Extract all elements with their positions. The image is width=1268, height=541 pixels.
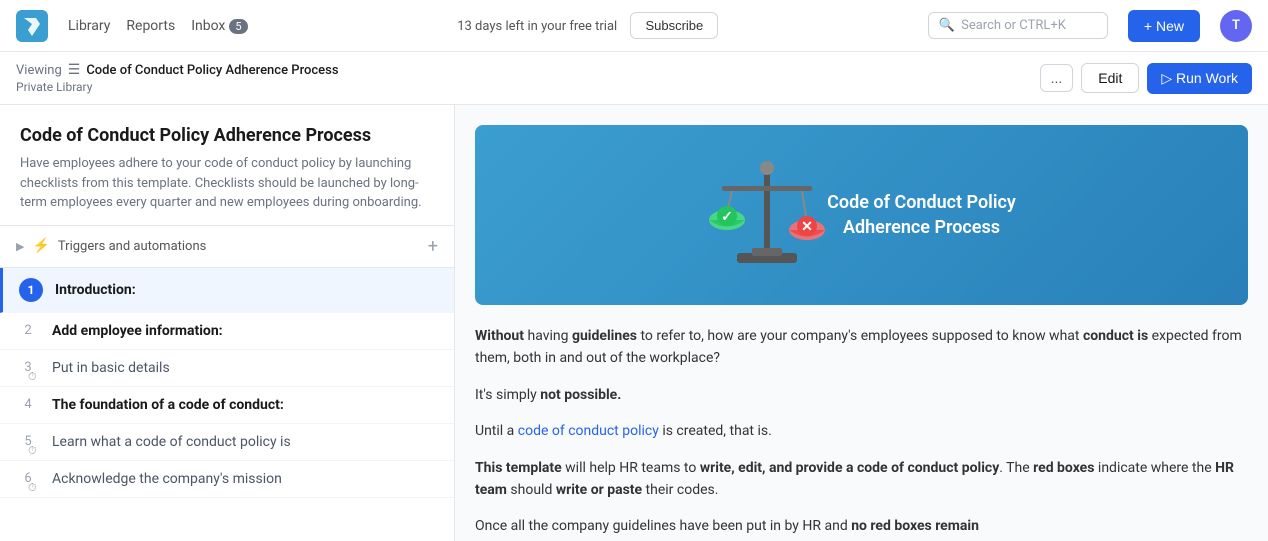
nav-library[interactable]: Library [68,18,110,34]
step-label: Introduction: [55,282,136,298]
bold-red-boxes: red boxes [1033,460,1094,476]
triggers-row[interactable]: ▶ ⚡ Triggers and automations + [0,226,454,268]
avatar[interactable]: T [1220,10,1252,42]
chevron-right-icon: ▶ [16,240,24,253]
more-options-button[interactable]: ... [1040,64,1074,92]
step-label: Acknowledge the company's mission [52,471,282,487]
step-number-active: 1 [19,278,43,302]
bold-without: Without [475,328,524,344]
subscribe-button[interactable]: Subscribe [630,12,718,39]
step-label: Add employee information: [52,323,223,339]
bold-guidelines: guidelines [572,328,637,344]
svg-text:✓: ✓ [721,209,733,225]
step-label: Learn what a code of conduct policy is [52,434,291,450]
breadcrumb-actions: ... Edit ▷ Run Work [1040,63,1252,94]
breadcrumb-bar: Viewing ☰ Code of Conduct Policy Adheren… [0,52,1268,105]
step-item[interactable]: 1 Introduction: [0,268,454,313]
add-trigger-button[interactable]: + [428,236,438,257]
left-panel-header: Code of Conduct Policy Adherence Process… [0,105,454,226]
breadcrumb-title: Code of Conduct Policy Adherence Process [86,63,338,78]
bold-this-template: This template [475,460,562,476]
steps-list: 1 Introduction: 2 Add employee information:… [0,268,454,498]
step-clock-icon: ⏱ [28,481,37,495]
nav-inbox[interactable]: Inbox5 [191,18,247,34]
triggers-left: ▶ ⚡ Triggers and automations [16,238,206,254]
step-number: 4 [16,397,40,412]
bold-write-paste: write or paste [556,482,642,498]
article-paragraph-5: Once all the company guidelines have bee… [475,515,1248,537]
right-panel: ✓ ✕ Code of Conduct Policy Adherence Pro… [455,105,1268,541]
trial-banner: 13 days left in your free trial Subscrib… [268,12,908,39]
svg-text:✕: ✕ [801,219,813,235]
breadcrumb-top: Viewing ☰ Code of Conduct Policy Adheren… [16,62,339,78]
step-number: 2 [16,323,40,338]
bold-write-edit: write, edit, and provide a code of condu… [700,460,999,476]
nav-reports[interactable]: Reports [126,18,175,34]
search-box[interactable]: 🔍 Search or CTRL+K [928,12,1108,39]
lightning-icon: ⚡ [32,238,49,254]
bold-not-possible: not possible. [540,387,621,403]
step-label: Put in basic details [52,360,170,376]
bold-conduct: conduct is [1083,328,1148,344]
new-button[interactable]: + New [1128,10,1200,42]
viewing-label: Viewing [16,63,62,78]
hero-image: ✓ ✕ Code of Conduct Policy Adherence Pro… [475,125,1248,305]
search-icon: 🔍 [939,18,955,33]
left-panel-title: Code of Conduct Policy Adherence Process [20,125,434,146]
step-label: The foundation of a code of conduct: [52,397,284,413]
bold-no-red-boxes: no red boxes remain [851,518,979,534]
scales-illustration: ✓ ✕ [707,148,827,282]
step-item[interactable]: 5⏱Learn what a code of conduct policy is [0,424,454,461]
hero-title: Code of Conduct Policy Adherence Process [827,190,1016,240]
left-panel: Code of Conduct Policy Adherence Process… [0,105,455,541]
step-clock-icon: ⏱ [28,444,37,458]
app-logo[interactable] [16,10,48,42]
breadcrumb-subtitle: Private Library [16,80,339,94]
triggers-label: Triggers and automations [58,239,206,254]
article-paragraph-3: Until a code of conduct policy is create… [475,420,1248,442]
step-item[interactable]: 4 The foundation of a code of conduct: [0,387,454,424]
nav-links: Library Reports Inbox5 [68,18,248,34]
inbox-badge: 5 [229,19,247,34]
step-clock-icon: ⏱ [28,370,37,384]
left-panel-description: Have employees adhere to your code of co… [20,154,434,213]
step-item[interactable]: 3⏱Put in basic details [0,350,454,387]
article-paragraph-2: It's simply not possible. [475,384,1248,406]
edit-button[interactable]: Edit [1081,63,1139,93]
main-layout: Code of Conduct Policy Adherence Process… [0,105,1268,541]
run-work-button[interactable]: ▷ Run Work [1147,63,1252,94]
breadcrumb-icon: ☰ [68,62,81,78]
step-item[interactable]: 6⏱Acknowledge the company's mission [0,461,454,498]
breadcrumb-left: Viewing ☰ Code of Conduct Policy Adheren… [16,62,339,94]
search-placeholder: Search or CTRL+K [961,18,1066,33]
article-content: Without having guidelines to refer to, h… [455,305,1268,541]
article-paragraph-1: Without having guidelines to refer to, h… [475,325,1248,370]
top-navigation: Library Reports Inbox5 13 days left in y… [0,0,1268,52]
article-paragraph-4: This template will help HR teams to writ… [475,457,1248,502]
code-of-conduct-link[interactable]: code of conduct policy [518,423,659,439]
step-item[interactable]: 2 Add employee information: [0,313,454,350]
